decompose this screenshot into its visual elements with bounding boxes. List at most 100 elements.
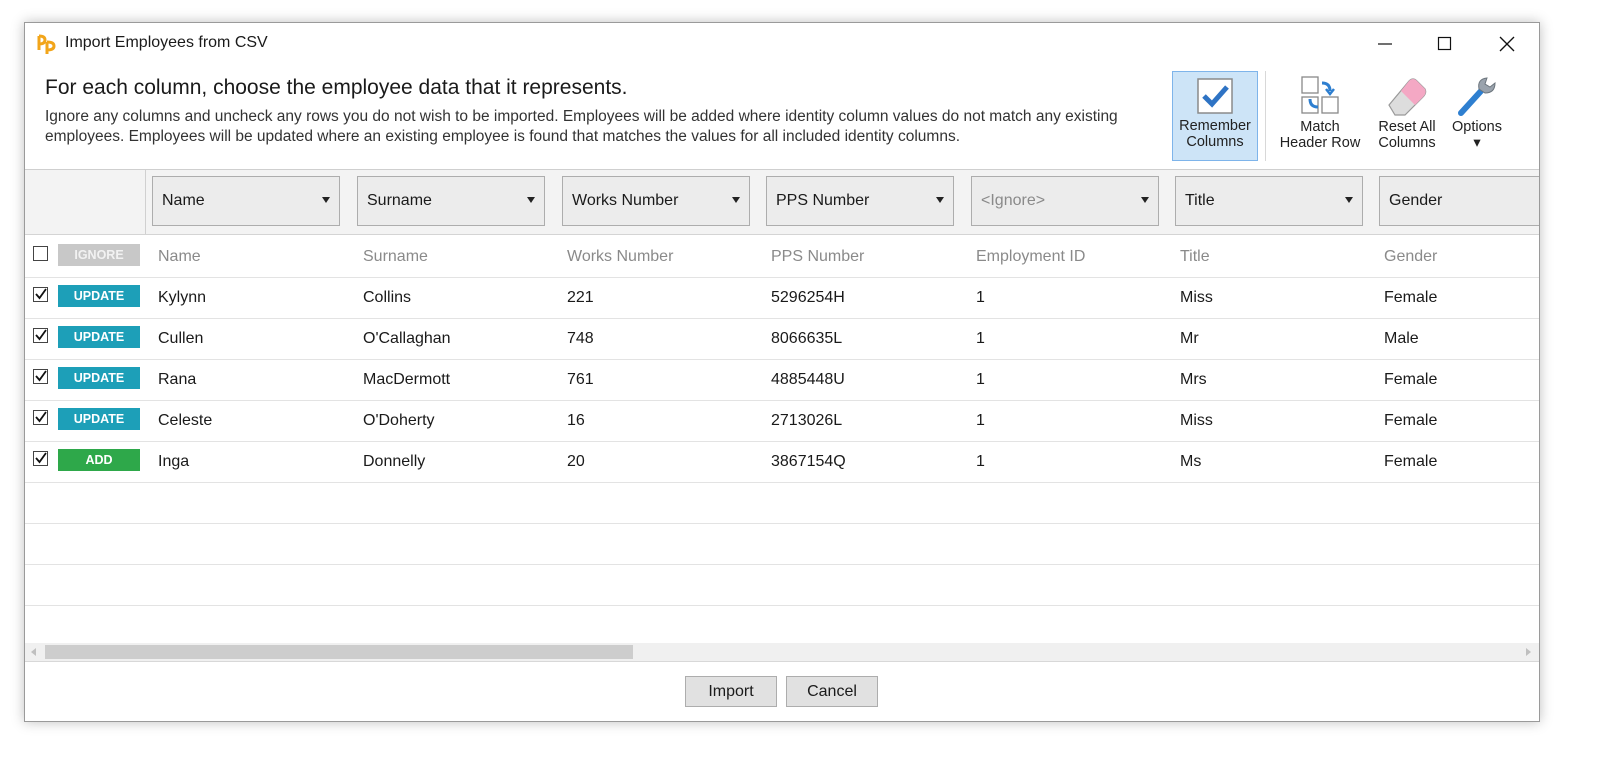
dropdown-arrow-icon bbox=[936, 197, 944, 203]
import-button[interactable]: Import bbox=[685, 676, 777, 707]
column-mapping-value: PPS Number bbox=[776, 192, 870, 209]
table-cell: Gender bbox=[1384, 248, 1438, 265]
column-mapping-select[interactable]: Gender bbox=[1379, 176, 1539, 226]
remember-columns-button[interactable]: Remember Columns bbox=[1172, 71, 1258, 161]
toolbar-divider bbox=[1265, 71, 1266, 161]
minimize-icon bbox=[1378, 43, 1392, 45]
reset-label-1: Reset All bbox=[1378, 119, 1436, 135]
checkbox-checked-icon bbox=[1197, 78, 1233, 114]
table-cell: Rana bbox=[158, 371, 197, 388]
options-dropdown-arrow-icon: ▾ bbox=[1473, 135, 1481, 151]
checkmark-icon bbox=[35, 411, 47, 423]
table-cell: Ms bbox=[1180, 453, 1202, 470]
eraser-icon bbox=[1388, 78, 1427, 116]
app-logo-icon bbox=[37, 33, 57, 55]
scroll-right-icon[interactable] bbox=[1526, 648, 1531, 656]
table-cell: Title bbox=[1180, 248, 1210, 265]
table-cell: 1 bbox=[976, 330, 985, 347]
row-checkbox[interactable] bbox=[33, 328, 48, 343]
dropdown-arrow-icon bbox=[732, 197, 740, 203]
remember-label-2: Columns bbox=[1186, 134, 1244, 150]
table-cell: Works Number bbox=[567, 248, 674, 265]
table-cell: 20 bbox=[567, 453, 585, 470]
table-cell: MacDermott bbox=[363, 371, 451, 388]
table-cell: Female bbox=[1384, 412, 1438, 429]
grid-corner bbox=[25, 170, 146, 234]
scroll-left-icon[interactable] bbox=[31, 648, 36, 656]
table-cell: Collins bbox=[363, 289, 412, 306]
close-button[interactable] bbox=[1477, 23, 1537, 63]
table-row: UPDATE Kylynn Collins 221 5296254H 1 Mis… bbox=[25, 277, 1539, 319]
column-mapping-select[interactable]: Name bbox=[152, 176, 340, 226]
options-button[interactable]: Options ▾ bbox=[1445, 71, 1509, 161]
table-cell: Female bbox=[1384, 289, 1438, 306]
match-header-row-button[interactable]: Match Header Row bbox=[1271, 71, 1369, 161]
row-checkbox[interactable] bbox=[33, 246, 48, 261]
row-checkbox[interactable] bbox=[33, 287, 48, 302]
empty-row bbox=[25, 482, 1539, 524]
row-checkbox[interactable] bbox=[33, 369, 48, 384]
checkmark-icon bbox=[35, 370, 47, 382]
column-mapping-value: Title bbox=[1185, 192, 1215, 209]
reset-label-2: Columns bbox=[1378, 135, 1436, 151]
table-cell: Cullen bbox=[158, 330, 204, 347]
status-badge: IGNORE bbox=[58, 244, 140, 266]
table-cell: 2713026L bbox=[771, 412, 843, 429]
empty-row bbox=[25, 564, 1539, 606]
table-cell: Miss bbox=[1180, 289, 1213, 306]
status-badge: UPDATE bbox=[58, 326, 140, 348]
csv-header-row: IGNORE Name Surname Works Number PPS Num… bbox=[25, 236, 1539, 278]
table-cell: O'Callaghan bbox=[363, 330, 451, 347]
table-cell: 1 bbox=[976, 412, 985, 429]
status-badge: ADD bbox=[58, 449, 140, 471]
dropdown-arrow-icon bbox=[1141, 197, 1149, 203]
column-mapping-select[interactable]: <Ignore> bbox=[971, 176, 1159, 226]
match-label-2: Header Row bbox=[1279, 135, 1361, 151]
table-cell: 4885448U bbox=[771, 371, 845, 388]
instructions-body: Ignore any columns and uncheck any rows … bbox=[45, 108, 1118, 145]
column-mapping-header: Name Surname Works Number PPS Number <Ig… bbox=[25, 170, 1539, 235]
dropdown-arrow-icon bbox=[1345, 197, 1353, 203]
table-cell: Female bbox=[1384, 453, 1438, 470]
column-mapping-select[interactable]: Surname bbox=[357, 176, 545, 226]
column-mapping-value: Name bbox=[162, 192, 205, 209]
table-cell: 761 bbox=[567, 371, 594, 388]
table-cell: Employment ID bbox=[976, 248, 1086, 265]
dropdown-arrow-icon bbox=[527, 197, 535, 203]
window-title: Import Employees from CSV bbox=[65, 34, 268, 51]
status-badge: UPDATE bbox=[58, 285, 140, 307]
table-cell: 221 bbox=[567, 289, 594, 306]
instructions-heading: For each column, choose the employee dat… bbox=[45, 76, 628, 99]
table-row: UPDATE Rana MacDermott 761 4885448U 1 Mr… bbox=[25, 359, 1539, 401]
table-cell: 748 bbox=[567, 330, 594, 347]
maximize-button[interactable] bbox=[1415, 23, 1475, 63]
close-icon bbox=[1499, 36, 1515, 52]
column-mapping-select[interactable]: PPS Number bbox=[766, 176, 954, 226]
table-row: UPDATE Cullen O'Callaghan 748 8066635L 1… bbox=[25, 318, 1539, 360]
checkmark-icon bbox=[35, 452, 47, 464]
minimize-button[interactable] bbox=[1355, 23, 1415, 63]
table-cell: Male bbox=[1384, 330, 1419, 347]
cancel-button[interactable]: Cancel bbox=[786, 676, 878, 707]
column-mapping-select[interactable]: Title bbox=[1175, 176, 1363, 226]
dropdown-arrow-icon bbox=[322, 197, 330, 203]
column-mapping-select[interactable]: Works Number bbox=[562, 176, 750, 226]
swap-rows-icon bbox=[1301, 76, 1339, 114]
column-mapping-value: <Ignore> bbox=[981, 192, 1046, 209]
table-cell: Mr bbox=[1180, 330, 1199, 347]
reset-all-columns-button[interactable]: Reset All Columns bbox=[1371, 71, 1443, 161]
table-cell: Donnelly bbox=[363, 453, 426, 470]
footer-divider bbox=[25, 661, 1539, 662]
table-cell: 5296254H bbox=[771, 289, 845, 306]
match-label-1: Match bbox=[1300, 119, 1340, 135]
remember-label-1: Remember bbox=[1179, 118, 1251, 134]
empty-row bbox=[25, 523, 1539, 565]
status-badge: UPDATE bbox=[58, 408, 140, 430]
horizontal-scrollbar[interactable] bbox=[25, 643, 1539, 661]
table-cell: 8066635L bbox=[771, 330, 843, 347]
options-label: Options bbox=[1452, 119, 1502, 135]
row-checkbox[interactable] bbox=[33, 451, 48, 466]
row-checkbox[interactable] bbox=[33, 410, 48, 425]
title-bar[interactable]: Import Employees from CSV bbox=[25, 23, 1539, 63]
scrollbar-thumb[interactable] bbox=[45, 645, 633, 659]
